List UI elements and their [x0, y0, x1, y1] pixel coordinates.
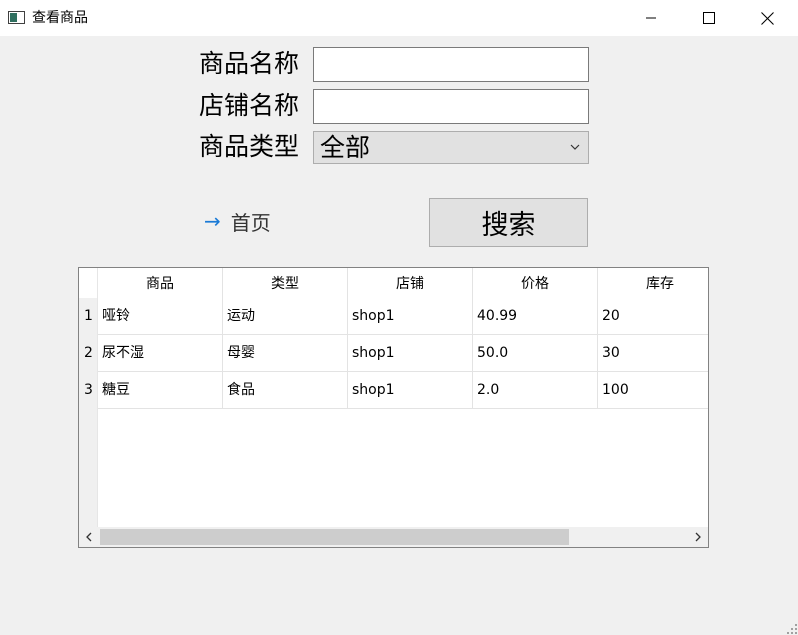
product-type-select[interactable]: 全部	[313, 131, 589, 164]
table-cell[interactable]: 100	[598, 372, 708, 409]
column-header-type[interactable]: 类型	[223, 268, 348, 298]
table-cell[interactable]: 运动	[223, 298, 348, 335]
chevron-down-icon	[570, 144, 580, 150]
product-type-label: 商品类型	[199, 132, 300, 161]
scroll-left-button[interactable]	[79, 527, 99, 547]
table-cell[interactable]: 尿不湿	[98, 335, 223, 372]
title-bar: 查看商品	[0, 0, 798, 36]
table-cell[interactable]: 20	[598, 298, 708, 335]
close-icon	[760, 11, 774, 25]
arrow-right-icon: →	[204, 209, 221, 233]
maximize-icon	[703, 12, 715, 24]
minimize-icon	[646, 17, 656, 19]
scrollbar-thumb[interactable]	[100, 529, 569, 545]
row-number[interactable]: 1	[79, 298, 98, 335]
product-name-label: 商品名称	[199, 49, 300, 78]
resize-grip-icon[interactable]	[786, 623, 798, 635]
app-window-icon	[8, 11, 25, 24]
minimize-button[interactable]	[628, 0, 674, 36]
row-number[interactable]: 3	[79, 372, 98, 409]
home-link[interactable]: → 首页	[204, 206, 271, 236]
close-button[interactable]	[744, 0, 790, 36]
search-button[interactable]: 搜索	[429, 198, 588, 247]
row-number[interactable]: 2	[79, 335, 98, 372]
maximize-button[interactable]	[686, 0, 732, 36]
product-name-input[interactable]	[313, 47, 589, 82]
table-cell[interactable]: shop1	[348, 335, 473, 372]
table-cell[interactable]: shop1	[348, 372, 473, 409]
table-cell[interactable]: 母婴	[223, 335, 348, 372]
table-cell[interactable]: 糖豆	[98, 372, 223, 409]
column-header-stock[interactable]: 库存	[598, 268, 708, 298]
table-cell[interactable]: 2.0	[473, 372, 598, 409]
window-title: 查看商品	[32, 10, 88, 26]
column-header-price[interactable]: 价格	[473, 268, 598, 298]
table-cell[interactable]: 食品	[223, 372, 348, 409]
table-cell[interactable]: 30	[598, 335, 708, 372]
table-cell[interactable]: 50.0	[473, 335, 598, 372]
table-cell[interactable]: 40.99	[473, 298, 598, 335]
chevron-left-icon	[86, 532, 92, 542]
table-corner	[79, 268, 98, 298]
product-type-selected-value: 全部	[320, 133, 371, 162]
table-cell[interactable]: 哑铃	[98, 298, 223, 335]
home-link-label: 首页	[230, 210, 271, 235]
chevron-right-icon	[695, 532, 701, 542]
table-cell[interactable]: shop1	[348, 298, 473, 335]
shop-name-label: 店铺名称	[199, 91, 300, 120]
column-header-product[interactable]: 商品	[98, 268, 223, 298]
horizontal-scrollbar[interactable]	[79, 527, 708, 547]
column-header-shop[interactable]: 店铺	[348, 268, 473, 298]
results-table[interactable]: 商品 类型 店铺 价格 库存 1 哑铃 运动 shop1 40.99 20 2 …	[78, 267, 709, 548]
shop-name-input[interactable]	[313, 89, 589, 124]
scroll-right-button[interactable]	[688, 527, 708, 547]
